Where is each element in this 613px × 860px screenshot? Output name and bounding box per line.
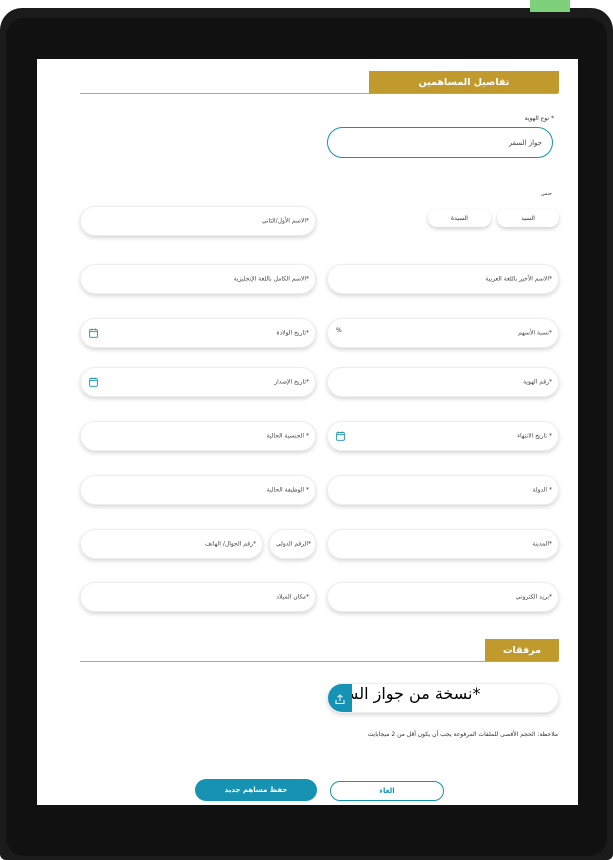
issue-date-field[interactable]: تاريخ الإصدار*	[80, 367, 316, 397]
professional-title-field[interactable]: الوظيفة الحالية *	[80, 475, 316, 505]
last-name-ar-field[interactable]: الاسم الأخير باللغة العربية*	[327, 264, 559, 294]
city-field[interactable]: المدينة*	[327, 529, 559, 559]
country-field[interactable]: الدولة *	[327, 475, 559, 505]
expiry-date-field[interactable]: تاريخ الانتهاء *	[327, 421, 559, 451]
screen: تفاصيل المساهمين نوع الهوية * جواز السفر…	[37, 59, 578, 805]
corner-tab	[530, 0, 570, 12]
gender-option-mr[interactable]: السيد	[497, 209, 559, 227]
attachments-title: مرفقات	[503, 644, 541, 656]
gender-label: جنس	[541, 191, 552, 197]
section-title: تفاصيل المساهمين	[418, 76, 510, 88]
id-number-field[interactable]: رقم الهوية*	[327, 367, 559, 397]
country-code-field[interactable]: الرقم الدولي*	[269, 529, 316, 559]
section-tab: تفاصيل المساهمين	[369, 71, 559, 93]
attachments-tab: مرفقات	[485, 639, 559, 661]
gender-option-mrs[interactable]: السيدة	[428, 209, 491, 227]
id-type-value: جواز السفر	[508, 138, 542, 147]
share-percentage-field[interactable]: نسبة الأسهم* %	[327, 318, 559, 348]
id-type-select[interactable]: جواز السفر	[327, 127, 553, 158]
attachments-divider	[80, 661, 558, 662]
id-type-label: نوع الهوية *	[524, 115, 554, 122]
full-name-en-field[interactable]: الاسم الكامل باللغة الإنجليزية*	[80, 264, 316, 294]
nationality-field[interactable]: الجنسية الحالية *	[80, 421, 316, 451]
save-new-shareholder-button[interactable]: حفظ مساهم جديد	[195, 779, 317, 801]
upload-icon[interactable]	[328, 684, 352, 712]
calendar-icon[interactable]	[336, 431, 345, 441]
calendar-icon[interactable]	[89, 328, 98, 338]
percent-symbol: %	[336, 327, 342, 334]
passport-upload-field[interactable]: نسخة من جواز السفر*	[327, 683, 559, 713]
birth-place-field[interactable]: مكان الميلاد*	[80, 582, 316, 612]
section-divider	[80, 93, 558, 94]
cancel-button[interactable]: الغاء	[330, 781, 444, 801]
calendar-icon[interactable]	[89, 377, 98, 387]
first-name-field[interactable]: الاسم الأول/الثاني*	[80, 206, 316, 236]
file-size-note: ملاحظة: الحجم الأقصى للملفات المرفوعة يج…	[367, 731, 558, 738]
birth-date-field[interactable]: تاريخ الولادة*	[80, 318, 316, 348]
email-field[interactable]: بريد الكتروني*	[327, 582, 559, 612]
mobile-number-field[interactable]: رقم الجوال/ الهاتف*	[80, 529, 263, 559]
